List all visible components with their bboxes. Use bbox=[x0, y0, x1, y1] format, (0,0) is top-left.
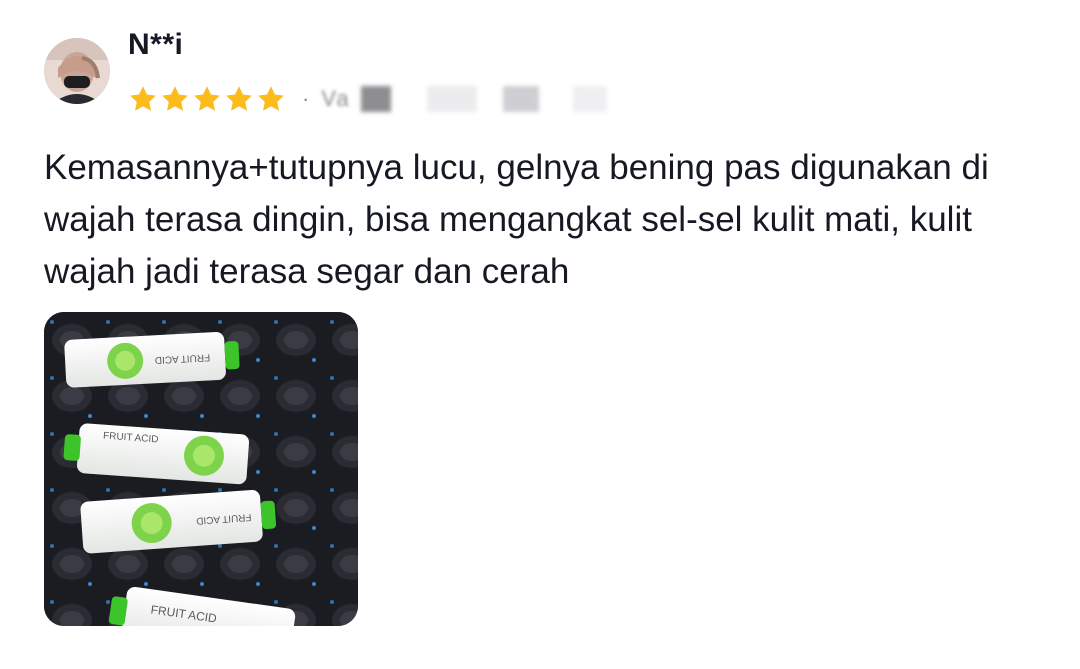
tube: FRUIT ACID bbox=[64, 332, 240, 388]
reviewer-name: N**i bbox=[128, 28, 184, 61]
redacted-block bbox=[426, 86, 477, 112]
review-card: N**i · Va Kemasannya+tutupnya lucu, geln… bbox=[0, 0, 1080, 669]
star-icon bbox=[162, 86, 188, 111]
variant-label: Va bbox=[321, 86, 607, 112]
star-icon bbox=[258, 86, 284, 111]
review-comment: Kemasannya+tutupnya lucu, gelnya bening … bbox=[44, 148, 989, 291]
separator-dot: · bbox=[302, 86, 310, 111]
redacted-block bbox=[360, 86, 391, 112]
product-photo: FRUIT ACID FRUIT ACID FRUIT ACID FRUIT A… bbox=[44, 312, 358, 626]
rating-row: · Va bbox=[128, 82, 607, 116]
star-icon bbox=[194, 86, 220, 111]
variant-text: Va bbox=[321, 86, 351, 111]
star-rating bbox=[128, 84, 286, 114]
redacted-block bbox=[572, 86, 607, 112]
review-photo[interactable]: FRUIT ACID FRUIT ACID FRUIT ACID FRUIT A… bbox=[44, 312, 358, 626]
redacted-block bbox=[502, 86, 539, 112]
star-icon bbox=[226, 86, 252, 111]
avatar-image bbox=[44, 38, 110, 104]
avatar[interactable] bbox=[44, 38, 110, 104]
star-icon bbox=[130, 86, 156, 111]
